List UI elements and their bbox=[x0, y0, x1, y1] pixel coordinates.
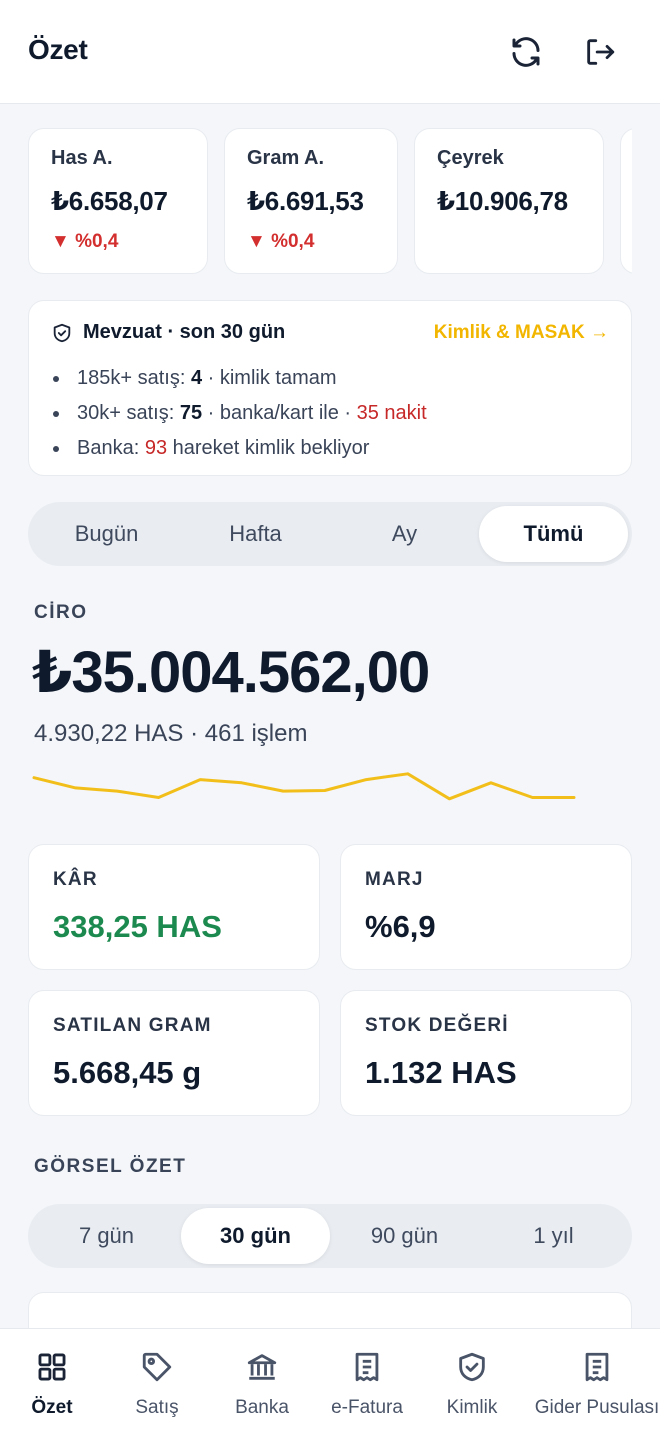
stat-card-kar: KÂR 338,25 HAS bbox=[28, 844, 320, 970]
price-change: ▼ %0,4 bbox=[247, 231, 315, 252]
nav-item-gider-pusulasi[interactable]: Gider Pusulası bbox=[535, 1349, 659, 1419]
nav-item-e-fatura[interactable]: e-Fatura bbox=[312, 1349, 422, 1419]
ciro-subtitle: 4.930,22 HAS · 461 işlem bbox=[34, 720, 308, 747]
nav-item-ozet[interactable]: Özet bbox=[0, 1349, 107, 1419]
stat-label: SATILAN GRAM bbox=[53, 1015, 212, 1036]
price-card-next[interactable] bbox=[620, 128, 632, 274]
receipt-icon bbox=[355, 1352, 379, 1382]
refresh-icon bbox=[512, 37, 540, 67]
tab-ay[interactable]: Ay bbox=[330, 506, 479, 562]
sparkline-path bbox=[32, 772, 576, 801]
tag-icon bbox=[142, 1352, 172, 1382]
period-tabs: Bugün Hafta Ay Tümü bbox=[28, 502, 632, 566]
regulation-header: Mevzuat · son 30 gün bbox=[51, 321, 285, 344]
stat-label: KÂR bbox=[53, 869, 98, 890]
price-label: Gram A. bbox=[247, 147, 325, 169]
ciro-sparkline bbox=[32, 772, 576, 801]
range-tabs: 7 gün 30 gün 90 gün 1 yıl bbox=[28, 1204, 632, 1268]
price-value: ₺6.691,53 bbox=[247, 186, 364, 216]
grid-icon bbox=[38, 1353, 66, 1381]
price-label: Has A. bbox=[51, 147, 113, 169]
nav-label: Özet bbox=[31, 1397, 73, 1418]
price-card-gram[interactable]: Gram A. ₺6.691,53 ▼ %0,4 bbox=[224, 128, 398, 274]
bank-icon bbox=[247, 1354, 277, 1380]
app-header: Özet bbox=[0, 0, 660, 104]
price-card-has[interactable]: Has A. ₺6.658,07 ▼ %0,4 bbox=[28, 128, 208, 274]
range-30-gun[interactable]: 30 gün bbox=[181, 1208, 330, 1264]
list-item: 185k+ satış: 4 · kimlik tamam bbox=[51, 361, 427, 396]
range-90-gun[interactable]: 90 gün bbox=[330, 1208, 479, 1264]
price-strip[interactable]: Has A. ₺6.658,07 ▼ %0,4 Gram A. ₺6.691,5… bbox=[28, 128, 632, 276]
stat-label: MARJ bbox=[365, 869, 424, 890]
stat-card-stok-degeri: STOK DEĞERİ 1.132 HAS bbox=[340, 990, 632, 1116]
logout-icon bbox=[587, 39, 615, 65]
kimlik-masak-link[interactable]: Kimlik & MASAK → bbox=[434, 322, 609, 344]
tab-bugun[interactable]: Bugün bbox=[32, 506, 181, 562]
shield-check-icon bbox=[459, 1352, 485, 1382]
receipt-icon bbox=[585, 1352, 609, 1382]
regulation-title: Mevzuat · son 30 gün bbox=[83, 321, 286, 343]
nav-label: Satış bbox=[135, 1397, 179, 1418]
price-value: ₺10.906,78 bbox=[437, 186, 568, 216]
refresh-button[interactable] bbox=[504, 30, 548, 74]
visual-summary-title: GÖRSEL ÖZET bbox=[34, 1156, 187, 1177]
list-item: Banka: 93 hareket kimlik bekliyor bbox=[51, 431, 427, 466]
stat-label: STOK DEĞERİ bbox=[365, 1015, 509, 1036]
nav-label: Banka bbox=[235, 1397, 289, 1418]
nav-item-kimlik[interactable]: Kimlik bbox=[417, 1349, 527, 1419]
range-1-yil[interactable]: 1 yıl bbox=[479, 1208, 628, 1264]
regulation-list: 185k+ satış: 4 · kimlik tamam 30k+ satış… bbox=[51, 361, 427, 466]
page-title: Özet bbox=[28, 34, 88, 65]
ciro-label: CİRO bbox=[34, 602, 88, 623]
nav-item-banka[interactable]: Banka bbox=[207, 1349, 317, 1419]
stat-value: 338,25 HAS bbox=[53, 909, 222, 944]
nav-label: Gider Pusulası bbox=[534, 1397, 660, 1418]
price-value: ₺6.658,07 bbox=[51, 186, 168, 216]
tab-hafta[interactable]: Hafta bbox=[181, 506, 330, 562]
stat-card-satilan-gram: SATILAN GRAM 5.668,45 g bbox=[28, 990, 320, 1116]
nav-label: e-Fatura bbox=[331, 1397, 403, 1418]
stat-value: %6,9 bbox=[365, 909, 436, 944]
list-item: 30k+ satış: 75 · banka/kart ile · 35 nak… bbox=[51, 396, 427, 431]
bottom-nav: Özet Satış Banka e-Fatura Kimlik Gider P… bbox=[0, 1328, 660, 1436]
nav-item-satis[interactable]: Satış bbox=[102, 1349, 212, 1419]
price-change: ▼ %0,4 bbox=[51, 231, 119, 252]
logout-button[interactable] bbox=[578, 30, 622, 74]
stat-value: 1.132 HAS bbox=[365, 1055, 517, 1090]
nav-label: Kimlik bbox=[446, 1397, 498, 1418]
price-label: Çeyrek bbox=[437, 147, 504, 169]
price-card-ceyrek[interactable]: Çeyrek ₺10.906,78 bbox=[414, 128, 604, 274]
shield-check-icon bbox=[53, 323, 71, 342]
stat-value: 5.668,45 g bbox=[53, 1055, 202, 1090]
regulation-card: Mevzuat · son 30 gün Kimlik & MASAK → 18… bbox=[28, 300, 632, 476]
range-7-gun[interactable]: 7 gün bbox=[32, 1208, 181, 1264]
tab-tumu[interactable]: Tümü bbox=[479, 506, 628, 562]
stat-card-marj: MARJ %6,9 bbox=[340, 844, 632, 970]
ciro-value: ₺35.004.562,00 bbox=[32, 640, 430, 705]
